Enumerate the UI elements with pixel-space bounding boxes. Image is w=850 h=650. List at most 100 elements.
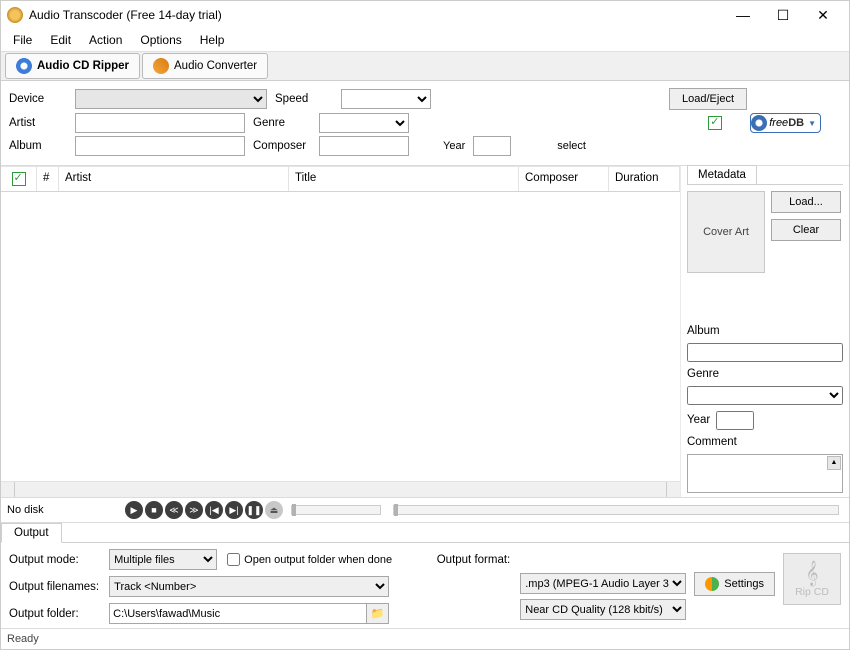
open-after-checkbox[interactable]: Open output folder when done	[227, 553, 392, 566]
meta-album-label: Album	[687, 325, 843, 337]
scroll-left-icon[interactable]	[1, 482, 15, 497]
meta-comment-textarea[interactable]	[687, 454, 843, 494]
maximize-button[interactable]: ☐	[763, 1, 803, 29]
statusbar: Ready	[1, 628, 849, 649]
toolbar: Audio CD Ripper Audio Converter	[1, 51, 849, 81]
output-quality-select[interactable]: Near CD Quality (128 kbit/s)	[520, 599, 686, 620]
year-label: Year	[443, 140, 465, 152]
album-label: Album	[9, 140, 67, 152]
speed-label: Speed	[275, 93, 333, 105]
meta-year-input[interactable]	[716, 411, 754, 430]
output-mode-label: Output mode:	[9, 554, 99, 566]
pause-button[interactable]: ❚❚	[245, 501, 263, 519]
playback-bar: No disk ▶ ■ ≪ ≫ |◀ ▶| ❚❚ ⏏	[1, 497, 849, 523]
tab-ripper-label: Audio CD Ripper	[37, 60, 129, 72]
playback-buttons: ▶ ■ ≪ ≫ |◀ ▶| ❚❚ ⏏	[125, 501, 283, 519]
genre-label: Genre	[253, 117, 311, 129]
tab-audio-converter[interactable]: Audio Converter	[142, 53, 268, 79]
col-duration[interactable]: Duration	[609, 167, 680, 191]
tab-converter-label: Audio Converter	[174, 60, 257, 72]
freedb-icon	[751, 115, 767, 131]
disc-info-panel: Device Speed Load/Eject Artist Genre fre…	[1, 81, 849, 166]
menu-help[interactable]: Help	[192, 31, 233, 49]
next-track-button[interactable]: ▶|	[225, 501, 243, 519]
album-input[interactable]	[75, 136, 245, 156]
scroll-right-icon[interactable]	[666, 482, 680, 497]
chevron-down-icon: ▼	[808, 119, 816, 128]
volume-slider[interactable]	[291, 505, 381, 515]
folder-icon: 📁	[371, 607, 385, 620]
seek-slider[interactable]	[393, 505, 839, 515]
treble-clef-icon: 𝄞	[805, 560, 818, 586]
scroll-track[interactable]	[15, 482, 666, 497]
artist-label: Artist	[9, 117, 67, 129]
meta-comment-label: Comment	[687, 436, 843, 448]
meta-genre-select[interactable]	[687, 386, 843, 405]
load-eject-button[interactable]: Load/Eject	[669, 88, 747, 110]
metadata-panel: Metadata Cover Art Load... Clear Album G…	[681, 166, 849, 497]
eject-button[interactable]: ⏏	[265, 501, 283, 519]
year-input[interactable]	[473, 136, 511, 156]
cd-icon	[16, 58, 32, 74]
output-settings-button[interactable]: Settings	[694, 572, 775, 596]
fastforward-button[interactable]: ≫	[185, 501, 203, 519]
output-tab-row: Output	[1, 523, 849, 543]
output-folder-input[interactable]	[109, 603, 367, 624]
composer-input[interactable]	[319, 136, 409, 156]
speed-select[interactable]	[341, 89, 431, 109]
rip-cd-button[interactable]: 𝄞 Rip CD	[783, 553, 841, 605]
output-format-label: Output format:	[437, 554, 511, 566]
menu-edit[interactable]: Edit	[42, 31, 79, 49]
tracklist-header: # Artist Title Composer Duration	[1, 166, 680, 192]
output-filenames-select[interactable]: Track <Number>	[109, 576, 389, 597]
cover-clear-button[interactable]: Clear	[771, 219, 841, 241]
artist-input[interactable]	[75, 113, 245, 133]
cover-art-box[interactable]: Cover Art	[687, 191, 765, 273]
col-num[interactable]: #	[37, 167, 59, 191]
close-button[interactable]: ✕	[803, 1, 843, 29]
menu-action[interactable]: Action	[81, 31, 130, 49]
device-label: Device	[9, 93, 67, 105]
tracklist-panel: # Artist Title Composer Duration	[1, 166, 681, 497]
genre-select[interactable]	[319, 113, 409, 133]
window-title: Audio Transcoder (Free 14-day trial)	[29, 8, 723, 22]
minimize-button[interactable]: —	[723, 1, 763, 29]
play-button[interactable]: ▶	[125, 501, 143, 519]
col-composer[interactable]: Composer	[519, 167, 609, 191]
prev-track-button[interactable]: |◀	[205, 501, 223, 519]
horizontal-scrollbar[interactable]	[1, 481, 680, 497]
status-text: Ready	[7, 633, 39, 645]
menu-options[interactable]: Options	[132, 31, 189, 49]
browse-folder-button[interactable]: 📁	[367, 603, 389, 624]
main-region: # Artist Title Composer Duration Metadat…	[1, 166, 849, 497]
col-artist[interactable]: Artist	[59, 167, 289, 191]
output-filenames-label: Output filenames:	[9, 581, 99, 593]
meta-genre-label: Genre	[687, 368, 843, 380]
gear-icon	[705, 577, 719, 591]
open-after-input[interactable]	[227, 553, 240, 566]
output-format-select[interactable]: .mp3 (MPEG-1 Audio Layer 3)	[520, 573, 686, 594]
output-panel: Output mode: Multiple files Open output …	[1, 543, 849, 628]
disk-status: No disk	[7, 504, 51, 516]
titlebar: Audio Transcoder (Free 14-day trial) — ☐…	[1, 1, 849, 29]
scroll-up-icon[interactable]: ▲	[827, 456, 841, 470]
device-select[interactable]	[75, 89, 267, 109]
app-icon	[7, 7, 23, 23]
output-folder-label: Output folder:	[9, 608, 99, 620]
output-tab[interactable]: Output	[1, 523, 62, 543]
meta-album-input[interactable]	[687, 343, 843, 362]
col-checkbox[interactable]	[1, 167, 37, 191]
select-label: select	[557, 140, 586, 152]
col-title[interactable]: Title	[289, 167, 519, 191]
freedb-button[interactable]: freeDB ▼	[750, 113, 821, 133]
menu-file[interactable]: File	[5, 31, 40, 49]
metadata-tab[interactable]: Metadata	[687, 165, 757, 184]
rewind-button[interactable]: ≪	[165, 501, 183, 519]
output-mode-select[interactable]: Multiple files	[109, 549, 217, 570]
cover-load-button[interactable]: Load...	[771, 191, 841, 213]
tracklist-body	[1, 192, 680, 481]
select-checkbox[interactable]	[708, 116, 722, 130]
converter-icon	[153, 58, 169, 74]
stop-button[interactable]: ■	[145, 501, 163, 519]
tab-audio-cd-ripper[interactable]: Audio CD Ripper	[5, 53, 140, 79]
